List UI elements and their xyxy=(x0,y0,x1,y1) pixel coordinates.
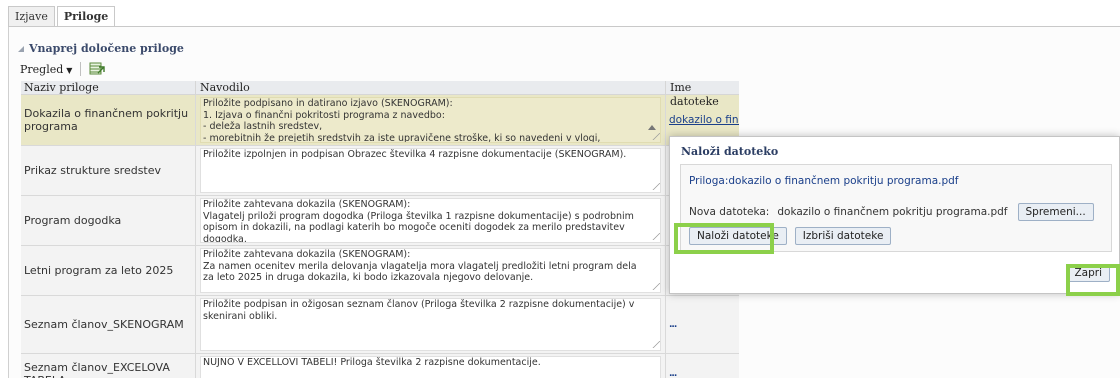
toolbar-separator xyxy=(80,62,82,76)
new-file-value: dokazilo o finančnem pokritju programa.p… xyxy=(777,206,1008,218)
upload-button-highlight xyxy=(674,223,774,254)
detach-table-icon[interactable] xyxy=(89,62,106,76)
current-attachment-label: Priloga:dokazilo o finančnem pokritju pr… xyxy=(689,175,959,187)
table-header: Naziv priloge Navodilo Ime datoteke xyxy=(21,81,739,108)
dialog-title: Naloži datoteko xyxy=(681,145,779,158)
instruction-textarea[interactable]: Priložite podpisan in ožigosan seznam čl… xyxy=(200,298,661,351)
upload-file-dialog: Naloži datoteko Priloga:dokazilo o finan… xyxy=(669,136,1120,294)
attachment-name: Dokazila o finančnem pokritju programa xyxy=(24,107,189,133)
instruction-text: Priložite podpisan in ožigosan seznam čl… xyxy=(203,299,638,322)
instruction-cell: Priložite podpisano in datirano izjavo (… xyxy=(195,95,665,145)
attachment-name: Seznam članov_SKENOGRAM xyxy=(24,318,184,331)
instruction-textarea[interactable]: Priložite zahtevana dokazila (SKENOGRAM)… xyxy=(200,248,661,293)
resize-grip-icon[interactable] xyxy=(646,341,660,348)
file-cell: ... xyxy=(665,296,739,353)
instruction-textarea[interactable]: Priložite podpisano in datirano izjavo (… xyxy=(200,97,661,143)
table-row[interactable]: Seznam članov_SKENOGRAM Priložite podpis… xyxy=(21,296,739,354)
file-browse-link[interactable]: ... xyxy=(669,369,677,378)
table-row[interactable]: Dokazila o finančnem pokritju programa P… xyxy=(21,95,739,146)
chevron-down-icon: ▼ xyxy=(66,65,73,75)
delete-files-button[interactable]: Izbriši datoteke xyxy=(794,227,892,245)
instruction-textarea[interactable]: Priložite zahtevana dokazila (SKENOGRAM)… xyxy=(200,198,661,243)
attachment-name: Seznam članov_EXCELOVA TABELA xyxy=(24,360,170,378)
file-browse-link[interactable]: ... xyxy=(669,320,677,330)
column-header-navodilo[interactable]: Navodilo xyxy=(195,81,665,94)
attachment-name: Prikaz strukture sredstev xyxy=(24,164,162,177)
resize-grip-icon[interactable] xyxy=(646,183,660,190)
new-file-row: Nova datoteka: dokazilo o finančnem pokr… xyxy=(689,203,1094,221)
scroll-up-icon[interactable] xyxy=(648,125,656,130)
instruction-cell: Priložite zahtevana dokazila (SKENOGRAM)… xyxy=(195,196,665,245)
tab-izjave[interactable]: Izjave xyxy=(8,6,55,26)
priloge-table: Naziv priloge Navodilo Ime datoteke Doka… xyxy=(21,81,739,378)
instruction-cell: Priložite podpisan in ožigosan seznam čl… xyxy=(195,296,665,353)
resize-grip-icon[interactable] xyxy=(646,283,660,290)
tab-strip: Izjave Priloge xyxy=(8,6,117,26)
table-row[interactable]: Prikaz strukture sredstev Priložite izpo… xyxy=(21,146,739,196)
resize-grip-icon[interactable] xyxy=(646,233,660,240)
close-button-highlight xyxy=(1066,264,1120,296)
collapse-triangle-icon[interactable] xyxy=(18,45,24,52)
instruction-text: Priložite podpisano in datirano izjavo (… xyxy=(203,98,601,143)
instruction-textarea[interactable]: NUJNO V EXCELLOVI TABELI! Priloga števil… xyxy=(200,356,661,378)
instruction-text: Priložite zahtevana dokazila (SKENOGRAM)… xyxy=(203,199,634,243)
table-toolbar: Pregled ▼ xyxy=(20,60,106,78)
attachment-name: Letni program za leto 2025 xyxy=(24,264,174,277)
change-file-button[interactable]: Spremeni... xyxy=(1017,203,1094,221)
table-row[interactable]: Program dogodka Priložite zahtevana doka… xyxy=(21,196,739,246)
section-header[interactable]: Vnaprej določene priloge xyxy=(18,42,184,55)
instruction-cell: Priložite zahtevana dokazila (SKENOGRAM)… xyxy=(195,246,665,295)
column-header-naziv[interactable]: Naziv priloge xyxy=(21,81,195,94)
instruction-textarea[interactable]: Priložite izpolnjen in podpisan Obrazec … xyxy=(200,148,661,193)
attachment-name: Program dogodka xyxy=(24,214,122,227)
instruction-text: Priložite zahtevana dokazila (SKENOGRAM)… xyxy=(203,249,637,283)
tab-priloge[interactable]: Priloge xyxy=(56,6,116,26)
view-menu-button[interactable]: Pregled ▼ xyxy=(20,63,72,76)
view-menu-label: Pregled xyxy=(20,62,64,76)
new-file-label: Nova datoteka: xyxy=(689,206,770,218)
instruction-cell: Priložite izpolnjen in podpisan Obrazec … xyxy=(195,146,665,195)
instruction-text: Priložite izpolnjen in podpisan Obrazec … xyxy=(203,149,627,160)
file-cell: ... xyxy=(665,354,739,378)
instruction-cell: NUJNO V EXCELLOVI TABELI! Priloga števil… xyxy=(195,354,665,378)
instruction-text: NUJNO V EXCELLOVI TABELI! Priloga števil… xyxy=(203,357,541,368)
instruction-scrollbar[interactable] xyxy=(646,99,658,131)
file-link[interactable]: dokazilo o finančn... xyxy=(669,114,739,126)
table-row[interactable]: Letni program za leto 2025 Priložite zah… xyxy=(21,246,739,296)
column-header-ime-datoteke[interactable]: Ime datoteke xyxy=(665,81,739,108)
table-row[interactable]: Seznam članov_EXCELOVA TABELA NUJNO V EX… xyxy=(21,354,739,378)
section-title: Vnaprej določene priloge xyxy=(29,42,184,55)
